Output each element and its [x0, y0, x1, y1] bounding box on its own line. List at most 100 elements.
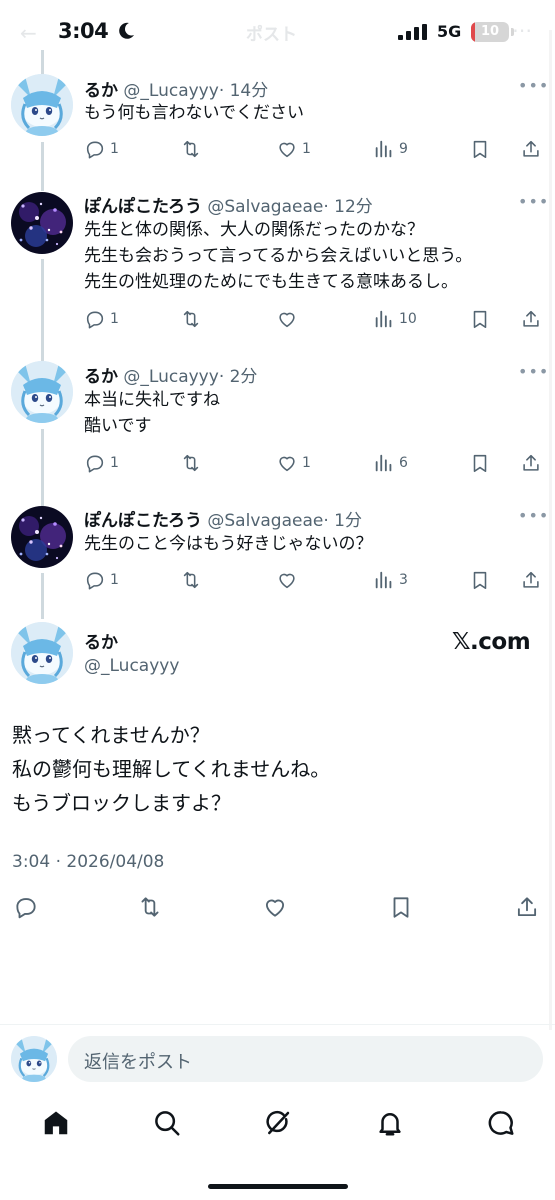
battery-cap	[511, 28, 514, 36]
main-post-author-name[interactable]: るか	[84, 628, 118, 653]
main-post-avatar[interactable]	[11, 622, 73, 684]
search-icon[interactable]	[152, 1108, 182, 1138]
main-post-actions	[0, 895, 555, 925]
views-icon[interactable]: 9	[373, 137, 408, 161]
thread-line	[41, 429, 44, 506]
share-icon[interactable]	[520, 451, 542, 475]
like-icon[interactable]	[276, 568, 302, 592]
reply-input[interactable]: 返信をポスト	[68, 1036, 543, 1082]
share-icon[interactable]	[520, 137, 542, 161]
header-title: ポスト	[246, 25, 297, 45]
notifications-icon[interactable]	[375, 1108, 405, 1138]
views-count: 9	[399, 141, 408, 157]
reply-time: · 2分	[218, 367, 258, 387]
status-bar: ← ポスト ⋯ 3:04 5G 10	[0, 0, 555, 62]
repost-icon[interactable]	[180, 137, 202, 161]
battery-icon: 10	[471, 22, 509, 42]
reply-time: · 12分	[323, 197, 373, 217]
repost-icon[interactable]	[180, 451, 202, 475]
reply-author-handle[interactable]: @Salvagaeae	[207, 197, 323, 217]
reply-text: 先生と体の関係、大人の関係だったのかな？ 先生も会おうって言ってるから会えばいい…	[84, 217, 544, 295]
xcom-watermark: 𝕏.com	[452, 629, 531, 655]
header-more-icon[interactable]: ⋯	[512, 18, 532, 42]
signal-icon	[398, 24, 428, 40]
main-post-author-handle[interactable]: @_Lucayyy	[84, 656, 179, 676]
thread-line	[41, 573, 44, 619]
bookmark-icon[interactable]	[388, 895, 414, 919]
thread-line	[41, 142, 44, 191]
reply-text-line: 先生の性処理のためにでも生きてる意味あるし。	[84, 272, 458, 292]
like-icon[interactable]	[276, 307, 302, 331]
main-post-text-line: 黙ってくれませんか？	[12, 723, 210, 747]
repost-icon[interactable]	[180, 568, 202, 592]
reply-author-handle[interactable]: @_Lucayyy	[123, 367, 218, 387]
bottom-tab-bar	[0, 1100, 555, 1150]
reply-count: 1	[110, 141, 119, 157]
reply-text: もう何も言わないでください	[84, 100, 544, 126]
like-icon[interactable]	[262, 895, 288, 919]
reply-author-name[interactable]: ぽんぽこたろう	[84, 197, 202, 217]
avatar[interactable]	[11, 74, 73, 136]
reply-text-line: もう何も言わないでください	[84, 103, 304, 123]
share-icon[interactable]	[514, 895, 540, 919]
reply-time: · 14分	[218, 81, 269, 101]
reply-time: · 1分	[323, 511, 362, 531]
reply-text-line: 先生と体の関係、大人の関係だったのかな？	[84, 220, 424, 240]
more-options-icon[interactable]: •••	[518, 362, 549, 381]
views-icon[interactable]: 6	[373, 451, 408, 475]
composer-divider	[0, 1024, 555, 1025]
bookmark-icon[interactable]	[469, 451, 491, 475]
main-post-timestamp: 3:04 · 2026/04/08	[12, 852, 165, 872]
moon-icon	[116, 21, 136, 41]
views-count: 6	[399, 455, 408, 471]
reply-text-line: 先生のこと今はもう好きじゃないの？	[84, 534, 373, 554]
reply-author-handle[interactable]: @_Lucayyy	[123, 81, 218, 101]
main-post-text-line: 私の鬱何も理解してくれませんね。	[12, 757, 331, 781]
grok-icon[interactable]	[263, 1108, 293, 1138]
reply-icon[interactable]: 1	[84, 451, 119, 475]
more-options-icon[interactable]: •••	[518, 76, 549, 95]
battery-level: 10	[480, 24, 500, 39]
more-options-icon[interactable]: •••	[518, 506, 549, 525]
status-time: 3:04	[58, 19, 109, 43]
reply-author-name[interactable]: ぽんぽこたろう	[84, 511, 202, 531]
reply-count: 1	[110, 572, 119, 588]
bookmark-icon[interactable]	[469, 568, 491, 592]
reply-header: ぽんぽこたろう @Salvagaeae· 1分	[84, 506, 362, 531]
home-icon[interactable]	[41, 1108, 71, 1138]
like-icon[interactable]: 1	[276, 137, 311, 161]
views-count: 10	[399, 311, 417, 327]
reply-author-name[interactable]: るか	[84, 81, 118, 101]
avatar[interactable]	[11, 506, 73, 568]
views-count: 3	[399, 572, 408, 588]
thread-line	[41, 259, 44, 361]
views-icon[interactable]: 10	[373, 307, 417, 331]
reply-icon[interactable]	[13, 895, 39, 919]
reply-icon[interactable]: 1	[84, 568, 119, 592]
reply-text: 本当に失礼ですね 酷いです	[84, 387, 544, 439]
repost-icon[interactable]	[137, 895, 163, 919]
reply-author-name[interactable]: るか	[84, 367, 118, 387]
messages-icon[interactable]	[486, 1108, 516, 1138]
avatar[interactable]	[11, 361, 73, 423]
like-icon[interactable]: 1	[276, 451, 311, 475]
avatar[interactable]	[11, 192, 73, 254]
share-icon[interactable]	[520, 307, 542, 331]
reply-icon[interactable]: 1	[84, 137, 119, 161]
share-icon[interactable]	[520, 568, 542, 592]
network-label: 5G	[437, 22, 462, 41]
reply-author-handle[interactable]: @Salvagaeae	[207, 511, 323, 531]
reply-icon[interactable]: 1	[84, 307, 119, 331]
back-arrow-icon[interactable]: ←	[20, 21, 37, 45]
repost-icon[interactable]	[180, 307, 202, 331]
like-count: 1	[302, 141, 311, 157]
bookmark-icon[interactable]	[469, 137, 491, 161]
views-icon[interactable]: 3	[373, 568, 408, 592]
reply-text: 先生のこと今はもう好きじゃないの？	[84, 531, 544, 557]
reply-text-line: 本当に失礼ですね	[84, 390, 220, 410]
like-count: 1	[302, 455, 311, 471]
more-options-icon[interactable]: •••	[518, 192, 549, 211]
reply-actions: 1 1 9	[84, 137, 544, 161]
bookmark-icon[interactable]	[469, 307, 491, 331]
reply-header: ぽんぽこたろう @Salvagaeae· 12分	[84, 192, 373, 217]
